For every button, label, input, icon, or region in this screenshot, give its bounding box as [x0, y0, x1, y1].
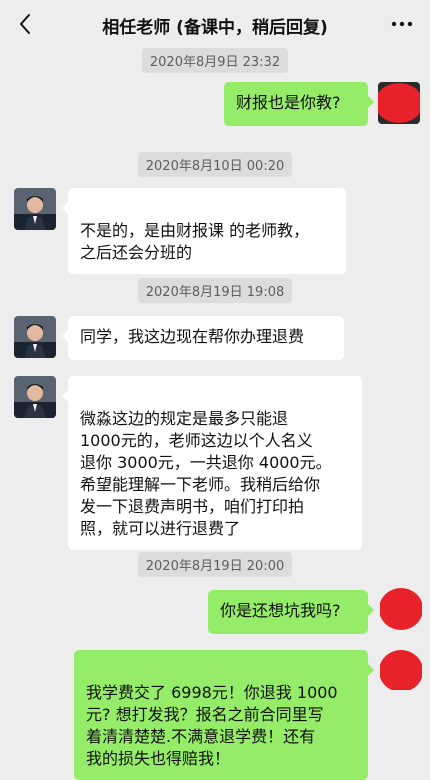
message-text: 我学费交了 6998元！你退我 1000 元? 想打发我？报名之前合同里写 着清… — [86, 683, 338, 768]
chat-header: 相任老师 (备课中，稍后回复) — [0, 0, 430, 48]
timestamp: 2020年8月19日 19:08 — [0, 278, 430, 303]
timestamp: 2020年8月19日 20:00 — [0, 552, 430, 577]
message-text: 你是还想坑我吗? — [220, 601, 341, 620]
back-chevron-icon[interactable] — [14, 10, 38, 38]
timestamp-text: 2020年8月10日 00:20 — [137, 152, 293, 177]
timestamp-text: 2020年8月19日 20:00 — [137, 552, 293, 577]
self-avatar-redacted[interactable] — [380, 648, 422, 690]
teacher-avatar[interactable] — [14, 376, 56, 418]
self-avatar-redacted[interactable] — [380, 588, 422, 630]
outgoing-message-bubble[interactable]: 你是还想坑我吗? — [208, 590, 374, 634]
chat-area[interactable]: 2020年8月9日 23:32 财报也是你教? 2020年8月10日 00:20… — [0, 48, 430, 780]
message-text: 不是的，是由财报课 的老师教， 之后还会分班的 — [80, 221, 310, 262]
outgoing-message-bubble[interactable]: 财报也是你教? — [224, 82, 374, 126]
timestamp: 2020年8月9日 23:32 — [0, 48, 430, 73]
timestamp: 2020年8月10日 00:20 — [0, 152, 430, 177]
timestamp-text: 2020年8月19日 19:08 — [137, 278, 293, 303]
outgoing-message-bubble[interactable]: 我学费交了 6998元！你退我 1000 元? 想打发我？报名之前合同里写 着清… — [74, 650, 374, 780]
message-text: 同学，我这边现在帮你办理退费 — [80, 327, 305, 346]
teacher-avatar[interactable] — [14, 316, 56, 358]
chat-title: 相任老师 (备课中，稍后回复) — [102, 18, 328, 38]
incoming-message-bubble[interactable]: 同学，我这边现在帮你办理退费 — [62, 316, 344, 360]
incoming-message-bubble[interactable]: 不是的，是由财报课 的老师教， 之后还会分班的 — [62, 188, 346, 274]
more-dots-icon[interactable] — [388, 12, 416, 36]
message-text: 财报也是你教? — [236, 93, 341, 112]
teacher-avatar[interactable] — [14, 188, 56, 230]
self-avatar-redacted[interactable] — [378, 82, 420, 124]
incoming-message-bubble[interactable]: 微淼这边的规定是最多只能退 1000元的，老师这边以个人名义 退你 3000元，… — [62, 376, 362, 550]
message-text: 微淼这边的规定是最多只能退 1000元的，老师这边以个人名义 退你 3000元，… — [80, 409, 332, 538]
timestamp-text: 2020年8月9日 23:32 — [141, 48, 289, 73]
